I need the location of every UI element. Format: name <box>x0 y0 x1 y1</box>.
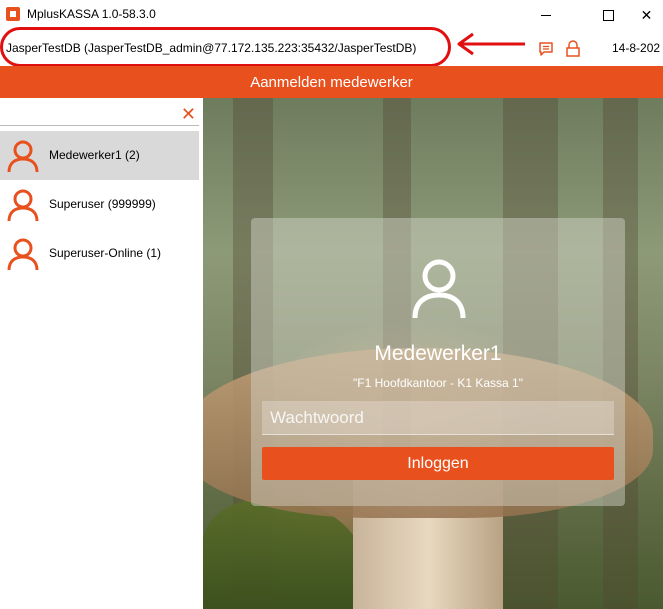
lock-icon[interactable] <box>565 40 581 58</box>
password-field[interactable] <box>262 401 614 435</box>
user-icon <box>7 238 39 271</box>
employee-sidebar: ✕ Medewerker1 (2) Superuser (999999) Sup… <box>0 98 203 609</box>
close-button[interactable]: ✕ <box>630 0 663 30</box>
maximize-icon <box>602 9 614 21</box>
maximize-button[interactable] <box>585 0 631 30</box>
clear-search-icon[interactable]: ✕ <box>181 105 196 123</box>
minimize-button[interactable] <box>523 0 569 30</box>
window-title: MplusKASSA 1.0-58.3.0 <box>27 7 156 21</box>
page-header: Aanmelden medewerker <box>0 66 663 98</box>
employee-item-label: Superuser (999999) <box>49 197 156 211</box>
employee-item-superuser-online[interactable]: Superuser-Online (1) <box>0 229 199 278</box>
close-icon: ✕ <box>640 6 653 23</box>
annotation-arrow-icon <box>457 32 525 56</box>
employee-name: Medewerker1 <box>374 342 502 365</box>
annotation-oval <box>0 27 451 67</box>
chat-icon[interactable] <box>538 41 554 57</box>
user-icon <box>7 189 39 222</box>
page-title: Aanmelden medewerker <box>250 73 413 91</box>
minimize-icon <box>541 14 551 16</box>
login-button-label: Inloggen <box>407 454 469 472</box>
login-card: Medewerker1 "F1 Hoofdkantoor - K1 Kassa … <box>251 218 625 506</box>
app-icon <box>6 7 20 21</box>
employee-item-label: Superuser-Online (1) <box>49 246 162 260</box>
employee-item-label: Medewerker1 (2) <box>49 148 140 162</box>
title-bar: MplusKASSA 1.0-58.3.0 ✕ <box>0 0 663 30</box>
user-icon <box>7 140 39 173</box>
employee-location: "F1 Hoofdkantoor - K1 Kassa 1" <box>353 376 523 390</box>
employee-search-input[interactable]: ✕ <box>0 104 199 126</box>
employee-item-medewerker1[interactable]: Medewerker1 (2) <box>0 131 199 180</box>
employee-item-superuser[interactable]: Superuser (999999) <box>0 180 199 229</box>
login-button[interactable]: Inloggen <box>262 447 614 480</box>
user-avatar-icon <box>412 259 466 319</box>
date-label: 14-8-202 <box>612 41 661 55</box>
employee-list: Medewerker1 (2) Superuser (999999) Super… <box>0 131 199 278</box>
